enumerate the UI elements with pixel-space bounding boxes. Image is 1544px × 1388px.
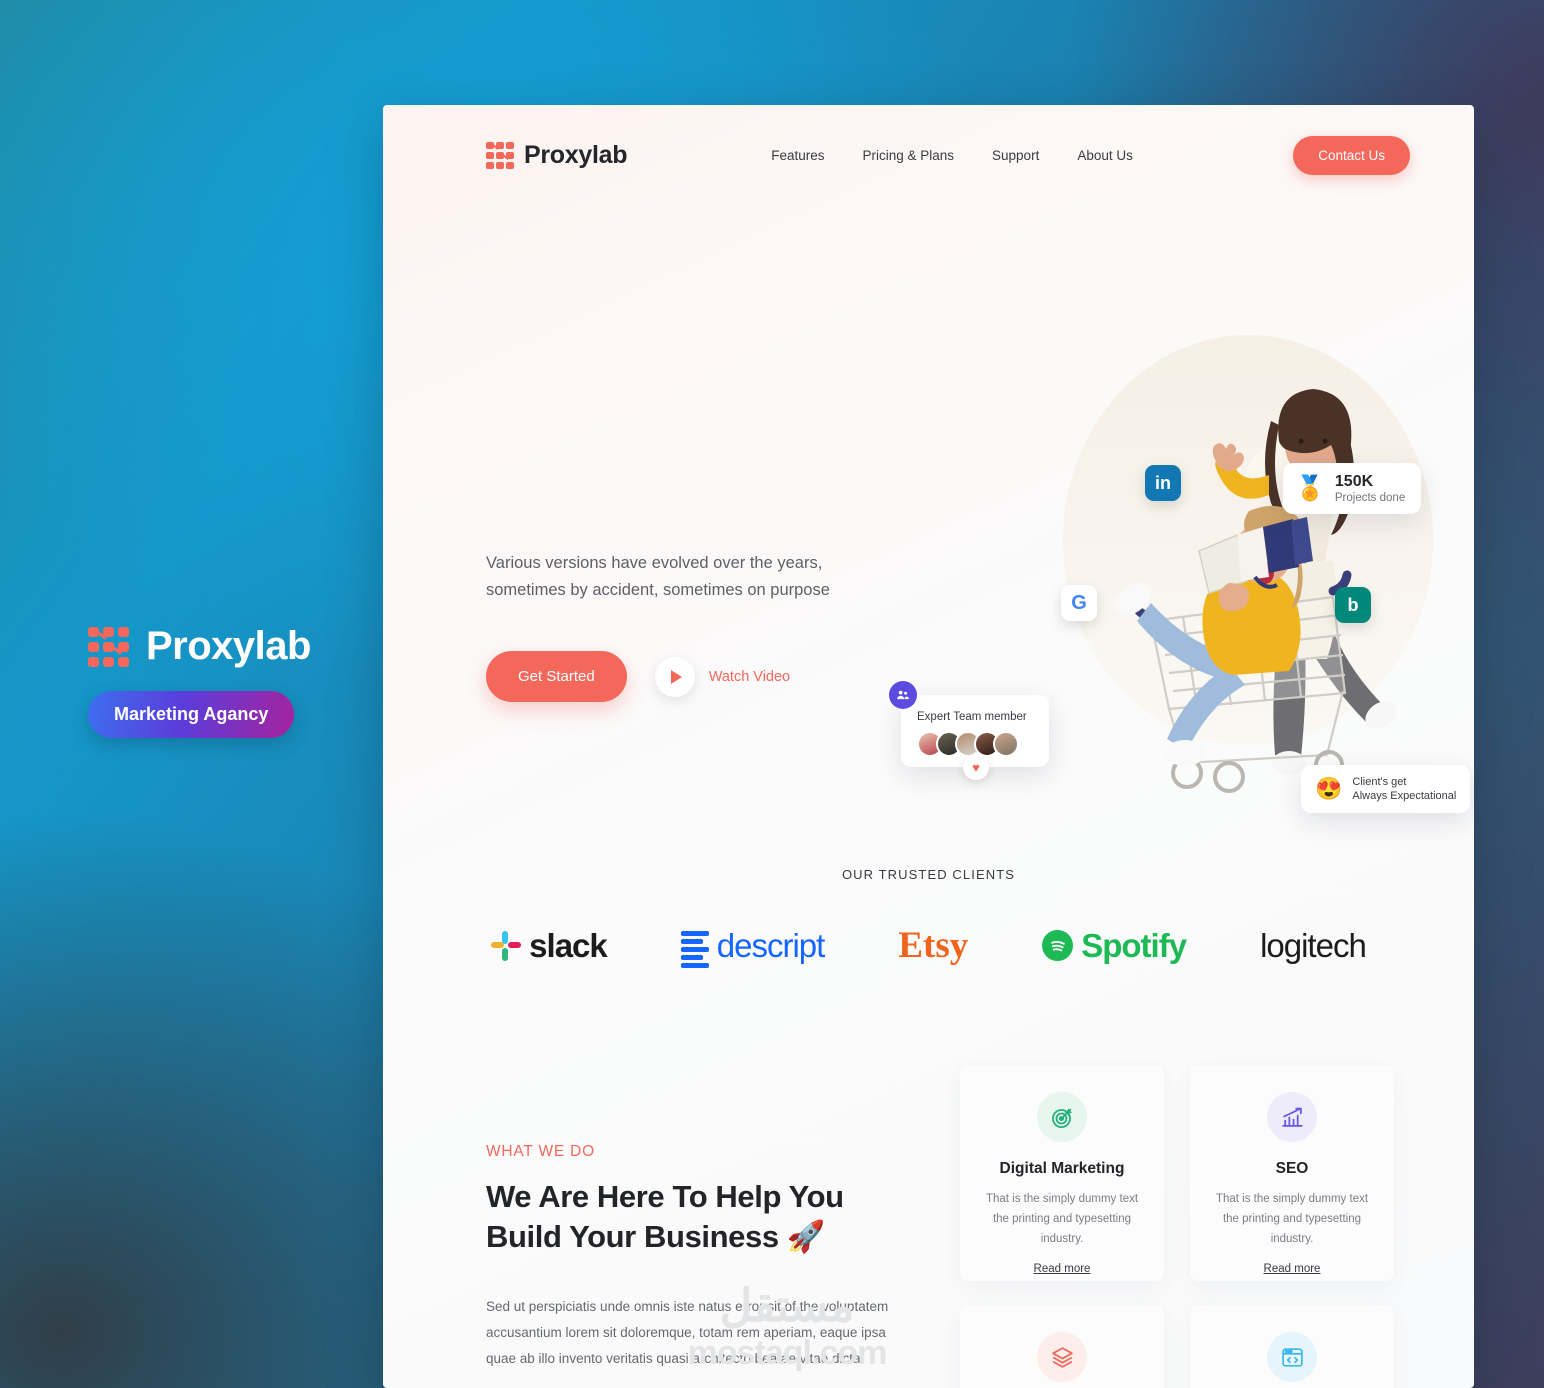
service-card-web-development[interactable]: Web Development That is the simply dummy… xyxy=(1190,1305,1394,1388)
shopping-cart-photo xyxy=(1033,325,1453,795)
read-more-link[interactable]: Read more xyxy=(1264,1263,1321,1275)
growth-chart-icon xyxy=(1267,1092,1317,1142)
brand-panel: Proxylab Marketing Agancy xyxy=(88,624,368,738)
service-card-desc: That is the simply dummy text the printi… xyxy=(1215,1193,1369,1246)
watch-video-label: Watch Video xyxy=(708,668,791,685)
linkedin-icon: in xyxy=(1145,465,1181,501)
what-we-do-body: Sed ut perspiciatis unde omnis iste natu… xyxy=(486,1298,889,1367)
header-brand-name: Proxylab xyxy=(524,140,628,169)
service-card-title: SEO xyxy=(1275,1160,1309,1177)
watch-video-link[interactable]: Watch Video xyxy=(654,656,791,697)
expert-team-badge: Expert Team member ♥ xyxy=(889,681,1049,780)
what-we-do-eyebrow: WHAT WE DO xyxy=(486,1143,596,1160)
cart-photo-illustration xyxy=(1063,335,1433,793)
nav-item-support[interactable]: Support xyxy=(992,148,1039,163)
team-icon xyxy=(889,681,917,709)
nav-item-features[interactable]: Features xyxy=(771,148,824,163)
play-icon xyxy=(654,656,695,697)
etsy-wordmark: Etsy xyxy=(898,925,969,966)
brand-name: Proxylab xyxy=(146,624,311,668)
grid-dots-logo-icon xyxy=(88,626,130,667)
expert-team-title: Expert Team member xyxy=(917,711,1027,723)
projects-count: 150K xyxy=(1334,473,1374,490)
nav-item-pricing-plans[interactable]: Pricing & Plans xyxy=(862,148,954,163)
brand-tagline-pill: Marketing Agancy xyxy=(88,691,295,738)
hero-illustration: in G b 🏅 150K Projects done Expert Team … xyxy=(883,325,1473,813)
hero-subheading: Various versions have evolved over the y… xyxy=(486,554,830,599)
website-mockup-card: Proxylab Features Pricing & Plans Suppor… xyxy=(383,105,1474,1388)
logitech-wordmark: logitech xyxy=(1260,926,1367,964)
client-badge-line2: Always Expectational xyxy=(1352,790,1457,802)
avatar xyxy=(993,731,1019,757)
spotify-icon xyxy=(1042,930,1074,961)
header-brand[interactable]: Proxylab xyxy=(486,140,628,170)
get-started-button[interactable]: Get Started xyxy=(486,651,627,703)
brand-lockup: Proxylab xyxy=(88,624,368,669)
service-card-ui-ux-design[interactable]: UI UX Design That is the simply dummy te… xyxy=(960,1305,1164,1388)
hero-actions: Get Started Watch Video xyxy=(486,651,886,703)
trusted-clients-title: OUR TRUSTED CLIENTS xyxy=(841,867,1016,882)
grid-dots-logo-icon xyxy=(486,141,514,169)
service-card-seo[interactable]: SEO That is the simply dummy text the pr… xyxy=(1190,1065,1394,1281)
client-testimonial-badge: 😍 Client's get Always Expectational xyxy=(1301,765,1471,813)
client-badge-line1: Client's get xyxy=(1352,776,1407,788)
hero-section: Various versions have evolved over the y… xyxy=(383,205,1474,813)
read-more-link[interactable]: Read more xyxy=(1034,1263,1091,1275)
service-card-digital-marketing[interactable]: Digital Marketing That is the simply dum… xyxy=(960,1065,1164,1281)
client-logo-etsy: Etsy xyxy=(898,924,968,967)
what-we-do-section: WHAT WE DO We Are Here To Help You Build… xyxy=(383,1065,1474,1388)
client-logo-logitech: logitech xyxy=(1260,926,1367,965)
client-logo-descript: descript xyxy=(680,926,826,968)
google-icon: G xyxy=(1061,585,1097,621)
main-nav: Features Pricing & Plans Support About U… xyxy=(771,148,1133,163)
client-logo-spotify: Spotify xyxy=(1042,926,1187,965)
code-window-icon xyxy=(1267,1332,1317,1382)
hero-copy: Various versions have evolved over the y… xyxy=(486,550,886,703)
heart-eyes-emoji-icon: 😍 xyxy=(1315,776,1343,801)
descript-wordmark: descript xyxy=(716,926,826,964)
service-card-title: Digital Marketing xyxy=(999,1160,1125,1177)
projects-done-badge: 🏅 150K Projects done xyxy=(1283,463,1422,514)
trusted-clients-section: OUR TRUSTED CLIENTS slack descript Etsy xyxy=(383,867,1474,968)
client-logo-row: slack descript Etsy Spotify logitech xyxy=(383,924,1474,968)
heart-icon: ♥ xyxy=(963,754,989,780)
service-card-desc: That is the simply dummy text the printi… xyxy=(985,1193,1139,1246)
projects-label: Projects done xyxy=(1334,492,1406,504)
descript-icon xyxy=(680,930,709,968)
medal-icon: 🏅 xyxy=(1295,474,1325,502)
spotify-wordmark: Spotify xyxy=(1081,926,1187,964)
what-we-do-copy: WHAT WE DO We Are Here To Help You Build… xyxy=(486,1065,916,1388)
service-cards-grid: Digital Marketing That is the simply dum… xyxy=(960,1065,1394,1388)
slack-wordmark: slack xyxy=(529,926,608,964)
slack-icon xyxy=(491,930,522,961)
layers-icon xyxy=(1037,1332,1087,1382)
nav-item-about-us[interactable]: About Us xyxy=(1077,148,1133,163)
client-logo-slack: slack xyxy=(491,926,608,965)
bing-icon: b xyxy=(1335,587,1371,623)
site-header: Proxylab Features Pricing & Plans Suppor… xyxy=(383,105,1474,205)
target-icon xyxy=(1037,1092,1087,1142)
contact-us-button[interactable]: Contact Us xyxy=(1293,135,1410,175)
what-we-do-heading: We Are Here To Help You Build Your Busin… xyxy=(486,1179,844,1255)
